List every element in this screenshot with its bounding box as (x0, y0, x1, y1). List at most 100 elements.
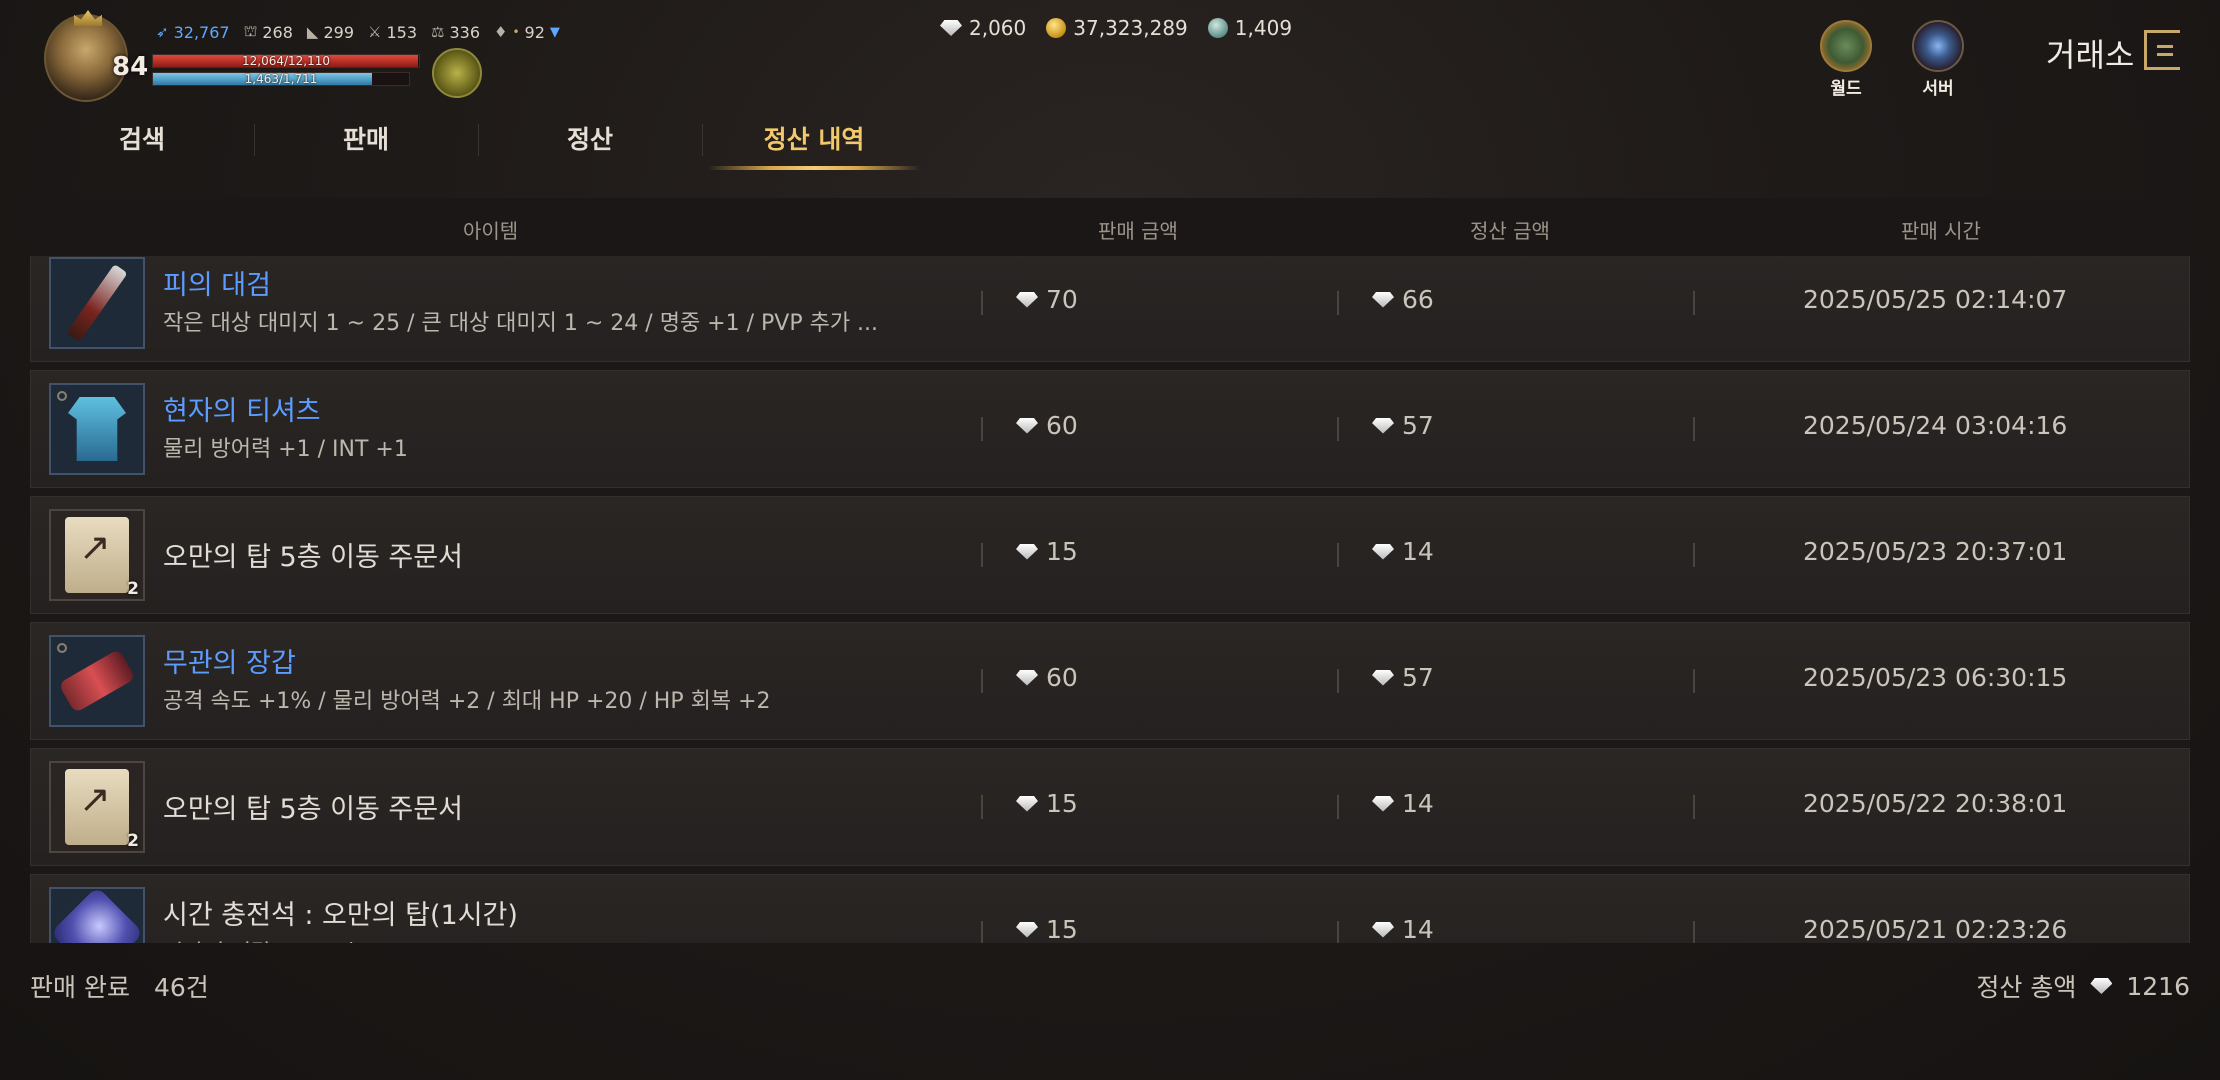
column-divider (981, 795, 983, 819)
ac-icon: ⛫ (243, 22, 258, 40)
diamond-icon (1372, 669, 1394, 686)
feather-icon: ➶ (156, 23, 169, 41)
hp-bar: 12,064/12,110 (152, 54, 420, 68)
world-label: 월드 (1830, 79, 1862, 99)
server-label: 서버 (1922, 79, 1954, 99)
column-divider (981, 543, 983, 567)
table-header: 아이템 판매 금액 정산 금액 판매 시간 (30, 198, 2190, 256)
scroll-icon (65, 517, 129, 593)
column-divider (1693, 291, 1695, 315)
table-row[interactable]: 무관의 장갑 공격 속도 +1% / 물리 방어력 +2 / 최대 HP +20… (30, 622, 2190, 740)
column-divider (981, 921, 983, 943)
column-divider (1693, 795, 1695, 819)
mp-bar: 1,463/1,711 (152, 72, 410, 86)
gold-coin-icon (1046, 18, 1067, 38)
greatsword-icon (66, 264, 128, 342)
gold-balance: 37,323,289 (1046, 16, 1188, 40)
item-thumbnail: 2 (49, 761, 145, 853)
diamond-icon (1016, 417, 1038, 434)
item-description: 작은 대상 대미지 1 ~ 25 / 큰 대상 대미지 1 ~ 24 / 명중 … (163, 311, 879, 336)
column-header-sell-amount: 판매 금액 (1098, 219, 1178, 243)
diamond-icon (1372, 543, 1394, 560)
mp-text: 1,463/1,711 (244, 72, 318, 86)
item-name: 시간 충전석 : 오만의 탑(1시간) (163, 900, 518, 931)
currency-bar: 2,060 37,323,289 1,409 (940, 16, 1292, 40)
sell-amount: 60 (1016, 411, 1078, 440)
table-row[interactable]: 피의 대검 작은 대상 대미지 1 ~ 25 / 큰 대상 대미지 1 ~ 24… (30, 256, 2190, 362)
column-divider (1693, 417, 1695, 441)
diamond-icon (1372, 795, 1394, 812)
boot-icon: ◣ (306, 23, 319, 41)
sales-completed-summary: 판매 완료 46건 (30, 968, 209, 1004)
stat-weight: ⚖ 336 (431, 22, 480, 42)
stat-feather: ➶ 32,767 (156, 22, 230, 42)
settlement-history-table: 아이템 판매 금액 정산 금액 판매 시간 피의 대검 작은 대상 대미지 1 … (30, 198, 2190, 943)
settle-amount: 14 (1372, 789, 1434, 818)
tab-settle[interactable]: 정산 (478, 112, 702, 168)
item-quantity: 2 (127, 831, 139, 851)
table-row[interactable]: 시간 충전석 : 오만의 탑(1시간) 시간 충전량 3,600초 15 14 … (30, 874, 2190, 943)
sell-time: 2025/05/24 03:04:16 (1803, 411, 2068, 440)
globe-icon (1820, 20, 1872, 72)
server-button[interactable]: 서버 (1908, 20, 1968, 99)
total-label: 정산 총액 (1976, 973, 2077, 1002)
item-name: 무관의 장갑 (163, 648, 296, 679)
tab-search[interactable]: 검색 (30, 112, 254, 168)
column-divider (1337, 543, 1339, 567)
sell-amount: 15 (1016, 537, 1078, 566)
item-thumbnail (49, 635, 145, 727)
item-thumbnail (49, 383, 145, 475)
column-divider (1337, 921, 1339, 943)
stat-boot: ◣ 299 (306, 22, 354, 42)
table-body[interactable]: 피의 대검 작은 대상 대미지 1 ~ 25 / 큰 대상 대미지 1 ~ 24… (30, 256, 2190, 943)
diamond-balance: 2,060 (940, 16, 1026, 40)
sell-amount: 60 (1016, 663, 1078, 692)
clan-emblem-icon[interactable] (432, 48, 482, 98)
settle-amount: 57 (1372, 663, 1434, 692)
page-title: 거래소 (2046, 36, 2135, 74)
tab-settle-history[interactable]: 정산 내역 (702, 112, 926, 170)
diamond-icon (1016, 921, 1038, 938)
crown-icon (74, 10, 102, 26)
character-stats: ➶ 32,767 ⛫ 268 ◣ 299 ⚔ 153 ⚖ 336 ♦ • 92 … (156, 22, 560, 42)
item-description: 공격 속도 +1% / 물리 방어력 +2 / 최대 HP +20 / HP 회… (163, 689, 771, 714)
column-divider (1693, 921, 1695, 943)
sell-time: 2025/05/21 02:23:26 (1803, 915, 2068, 943)
diamond-icon (940, 20, 962, 36)
column-header-settle-amount: 정산 금액 (1470, 219, 1550, 243)
weight-icon: ⚖ (431, 23, 445, 41)
stat-diamond-buff[interactable]: ♦ • 92 ▼ (494, 22, 560, 42)
diamond-icon (1372, 417, 1394, 434)
top-status-bar: 84 ➶ 32,767 ⛫ 268 ◣ 299 ⚔ 153 ⚖ 336 ♦ • … (0, 0, 2220, 120)
sell-time: 2025/05/25 02:14:07 (1803, 285, 2068, 314)
item-name: 오만의 탑 5층 이동 주문서 (163, 542, 463, 573)
column-header-item: 아이템 (463, 219, 519, 243)
stat-ac: ⛫ 268 (243, 22, 293, 42)
column-divider (1337, 417, 1339, 441)
settle-amount: 14 (1372, 915, 1434, 943)
chevron-down-icon[interactable]: ▼ (550, 25, 560, 40)
item-thumbnail (49, 886, 145, 943)
stone-icon (1207, 18, 1228, 38)
total-value: 1216 (2126, 971, 2190, 1001)
gloves-icon (58, 648, 136, 714)
item-quantity: 2 (127, 579, 139, 599)
diamond-icon (1016, 669, 1038, 686)
column-divider (1693, 669, 1695, 693)
table-row[interactable]: 2 오만의 탑 5층 이동 주문서 15 14 2025/05/22 20:38… (30, 748, 2190, 866)
table-row[interactable]: 2 오만의 탑 5층 이동 주문서 15 14 2025/05/23 20:37… (30, 496, 2190, 614)
hp-text: 12,064/12,110 (241, 54, 331, 68)
sell-amount: 15 (1016, 789, 1078, 818)
exit-icon[interactable] (2144, 30, 2180, 70)
column-divider (1693, 543, 1695, 567)
table-row[interactable]: 현자의 티셔츠 물리 방어력 +1 / INT +1 60 57 2025/05… (30, 370, 2190, 488)
tab-bar: 검색 판매 정산 정산 내역 (30, 112, 926, 176)
sell-amount: 70 (1016, 285, 1078, 314)
column-header-sell-time: 판매 시간 (1901, 219, 1981, 243)
swords-icon: ⚔ (368, 23, 382, 41)
completed-label: 판매 완료 (30, 973, 130, 1002)
world-button[interactable]: 월드 (1816, 20, 1876, 99)
item-thumbnail: 2 (49, 509, 145, 601)
tab-sell[interactable]: 판매 (254, 112, 478, 168)
settle-amount: 66 (1372, 285, 1434, 314)
